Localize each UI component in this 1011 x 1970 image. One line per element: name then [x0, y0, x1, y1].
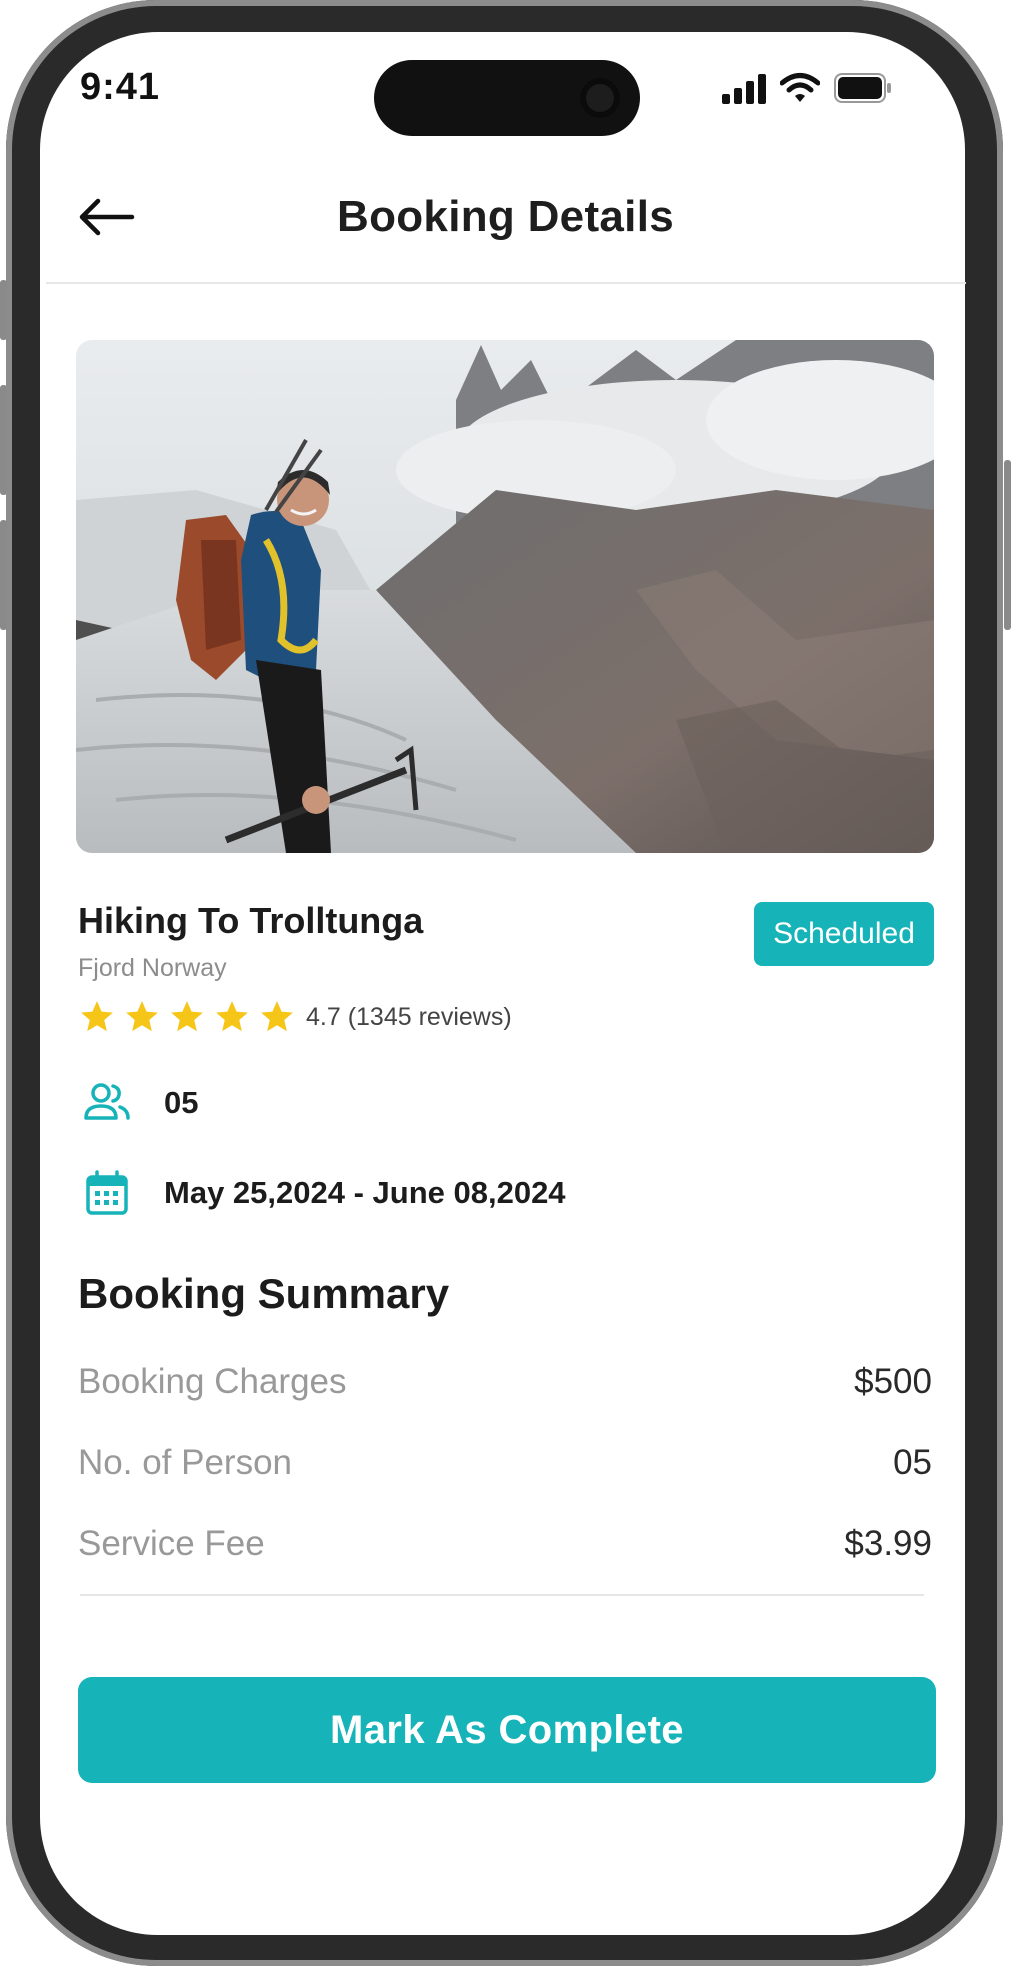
- tour-location: Fjord Norway: [78, 954, 227, 982]
- tour-name: Hiking To Trolltunga: [78, 900, 424, 941]
- star-icon: [171, 1001, 203, 1032]
- users-icon: [84, 1083, 130, 1120]
- dates-row: May 25,2024 - June 08,2024: [82, 1168, 566, 1218]
- star-icon: [81, 1001, 113, 1032]
- page-title: Booking Details: [337, 192, 674, 241]
- power-button: [1004, 460, 1011, 630]
- persons-row: 05: [82, 1078, 198, 1128]
- summary-label: Booking Charges: [78, 1362, 347, 1401]
- header-divider: [46, 282, 966, 284]
- volume-down-button: [0, 520, 7, 630]
- star-icon: [261, 1001, 293, 1032]
- status-badge: Scheduled: [754, 902, 934, 966]
- status-time: 9:41: [80, 66, 161, 108]
- summary-row: No. of Person 05: [78, 1443, 932, 1483]
- star-icon: [216, 1001, 248, 1032]
- rating-text: 4.7 (1345 reviews): [306, 1002, 512, 1031]
- persons-count: 05: [164, 1085, 199, 1120]
- summary-value: $3.99: [844, 1524, 932, 1563]
- volume-up-button: [0, 385, 7, 495]
- tour-image: [76, 340, 934, 853]
- dynamic-island: [374, 60, 640, 136]
- camera-icon: [580, 78, 620, 118]
- mute-switch: [0, 280, 7, 340]
- hiker-glacier-photo: [76, 340, 934, 853]
- star-icon: [126, 1001, 158, 1032]
- calendar-icon: [86, 1170, 128, 1215]
- summary-title: Booking Summary: [78, 1270, 450, 1317]
- summary-label: No. of Person: [78, 1443, 292, 1482]
- signal-icon: [722, 74, 766, 104]
- mark-complete-button[interactable]: Mark As Complete: [78, 1677, 936, 1783]
- summary-label: Service Fee: [78, 1524, 265, 1563]
- summary-row: Service Fee $3.99: [78, 1524, 932, 1564]
- screen: [40, 32, 965, 1935]
- summary-row: Booking Charges $500: [78, 1362, 932, 1402]
- wifi-icon: [780, 73, 820, 102]
- summary-value: 05: [893, 1443, 932, 1482]
- booking-dates: May 25,2024 - June 08,2024: [164, 1175, 566, 1210]
- battery-icon: [834, 73, 891, 103]
- summary-value: $500: [854, 1362, 932, 1401]
- summary-divider: [80, 1594, 924, 1596]
- rating-row: 4.7 (1345 reviews): [78, 998, 512, 1036]
